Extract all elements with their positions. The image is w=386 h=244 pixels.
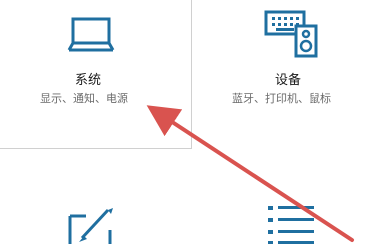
tile-desc-system: 显示、通知、电源: [40, 92, 128, 105]
settings-tile-system[interactable]: 系统 显示、通知、电源: [0, 0, 192, 149]
list-icon: [268, 206, 314, 244]
tile-title-system: 系统: [75, 73, 102, 88]
tile-desc-devices: 蓝牙、打印机、鼠标: [232, 92, 331, 105]
devices-icon: [264, 10, 318, 58]
settings-tile-apps[interactable]: [196, 196, 386, 244]
settings-tile-devices[interactable]: 设备 蓝牙、打印机、鼠标: [196, 0, 386, 149]
pen-tablet-icon: [68, 208, 113, 244]
laptop-icon: [67, 17, 115, 52]
settings-tile-personalization[interactable]: [0, 196, 192, 244]
tile-title-devices: 设备: [275, 73, 302, 88]
